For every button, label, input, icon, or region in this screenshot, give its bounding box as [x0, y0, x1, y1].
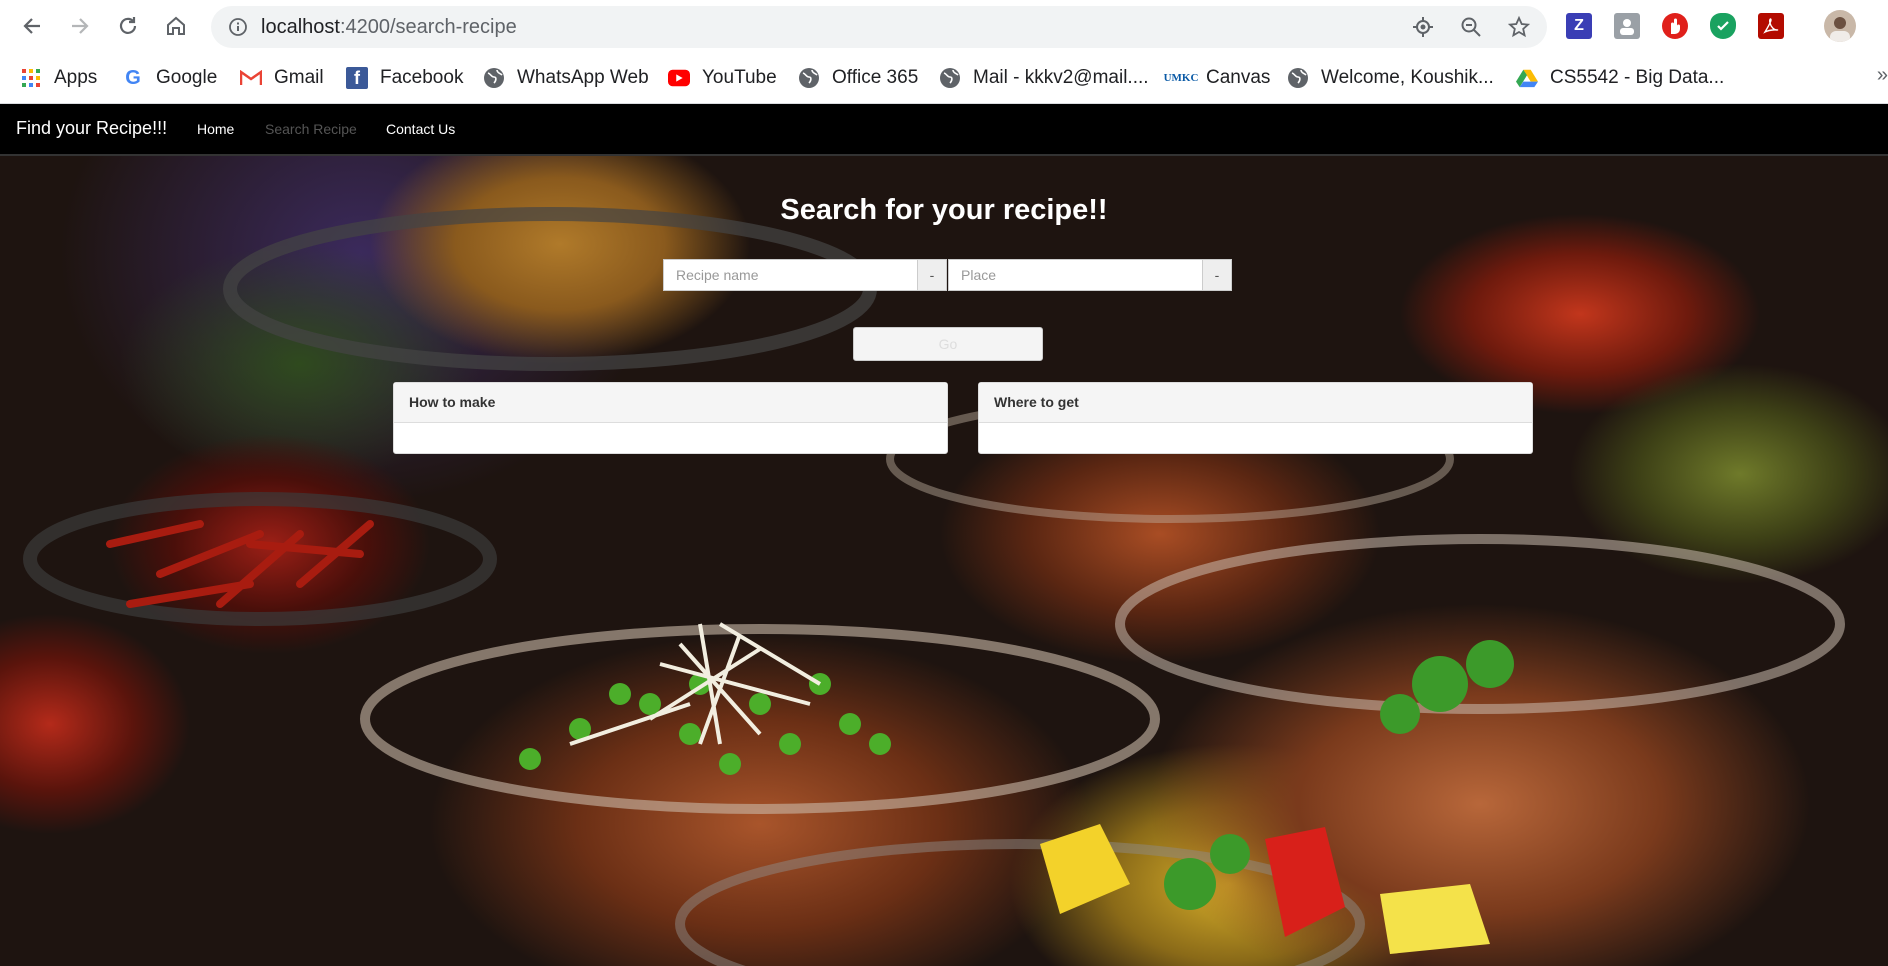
apps-grid-icon	[20, 67, 42, 89]
page-content: Find your Recipe!!! Home Search Recipe C…	[0, 104, 1888, 966]
gmail-icon	[240, 67, 262, 89]
bookmark-label: Gmail	[274, 67, 324, 88]
bookmark-cs5542[interactable]: CS5542 - Big Data...	[1516, 64, 1724, 92]
nav-link-search-recipe[interactable]: Search Recipe	[265, 121, 357, 137]
bookmark-youtube[interactable]: YouTube	[668, 64, 777, 92]
bookmark-label: Facebook	[380, 67, 464, 88]
bookmark-whatsapp[interactable]: WhatsApp Web	[483, 64, 649, 92]
bookmark-office365[interactable]: Office 365	[798, 64, 918, 92]
bookmark-label: WhatsApp Web	[517, 67, 649, 88]
reload-button[interactable]	[113, 11, 143, 41]
bookmark-facebook[interactable]: f Facebook	[346, 64, 463, 92]
umkc-icon: UMKC	[1163, 72, 1199, 84]
youtube-icon	[668, 67, 690, 89]
bookmark-label: CS5542 - Big Data...	[1550, 67, 1725, 88]
location-icon[interactable]	[1412, 16, 1434, 38]
bookmark-label: Apps	[54, 67, 98, 88]
bookmark-label: Google	[156, 67, 218, 88]
bookmark-canvas[interactable]: UMKC Canvas	[1163, 64, 1271, 92]
adblock-extension-icon[interactable]	[1662, 13, 1688, 39]
panel-heading: Where to get	[979, 383, 1532, 423]
place-input[interactable]: Place	[948, 259, 1203, 291]
reload-icon	[119, 17, 137, 34]
bookmark-label: YouTube	[702, 67, 777, 88]
nav-link-contact-us[interactable]: Contact Us	[386, 121, 455, 137]
back-arrow-icon	[23, 18, 40, 34]
bookmark-label: Welcome, Koushik...	[1321, 67, 1494, 88]
address-bar[interactable]: localhost:4200/search-recipe	[211, 6, 1547, 48]
recipe-name-input[interactable]: Recipe name	[663, 259, 918, 291]
bookmarks-overflow-button[interactable]: »	[1877, 64, 1888, 87]
url-host: localhost	[261, 16, 340, 38]
home-icon	[167, 16, 185, 35]
shield-extension-icon[interactable]	[1710, 13, 1736, 39]
site-navbar: Find your Recipe!!! Home Search Recipe C…	[0, 104, 1888, 156]
forward-button[interactable]	[65, 11, 95, 41]
how-to-make-panel: How to make	[393, 382, 948, 454]
browser-toolbar: localhost:4200/search-recipe Z	[0, 0, 1888, 54]
go-button[interactable]: Go	[853, 327, 1043, 361]
bookmark-label: Mail - kkkv2@mail....	[973, 67, 1149, 88]
bookmark-label: Office 365	[832, 67, 919, 88]
home-button[interactable]	[161, 11, 191, 41]
nav-link-home[interactable]: Home	[197, 121, 234, 137]
bookmark-mail[interactable]: Mail - kkkv2@mail....	[939, 64, 1149, 92]
where-to-get-panel: Where to get	[978, 382, 1533, 454]
bookmark-label: Canvas	[1206, 67, 1271, 88]
zoom-icon[interactable]	[1460, 16, 1482, 38]
url-path: :4200/search-recipe	[339, 16, 517, 38]
globe-icon	[798, 67, 820, 89]
url-text: localhost:4200/search-recipe	[261, 16, 517, 39]
profile-extension-icon[interactable]	[1614, 13, 1640, 39]
globe-icon	[939, 67, 961, 89]
navbar-brand[interactable]: Find your Recipe!!!	[16, 118, 167, 139]
bookmark-google[interactable]: G Google	[122, 64, 217, 92]
google-icon: G	[125, 66, 141, 89]
forward-arrow-icon	[72, 18, 89, 34]
page-title: Search for your recipe!!	[780, 194, 1108, 226]
recipe-name-addon: -	[917, 259, 947, 291]
food-background-image	[0, 104, 1888, 966]
bookmark-apps[interactable]: Apps	[20, 64, 97, 92]
bookmark-welcome[interactable]: Welcome, Koushik...	[1287, 64, 1494, 92]
bookmark-gmail[interactable]: Gmail	[240, 64, 324, 92]
zotero-extension-icon[interactable]: Z	[1566, 13, 1592, 39]
back-button[interactable]	[17, 11, 47, 41]
bookmarks-bar: Apps G Google Gmail f Facebook WhatsApp …	[0, 54, 1888, 104]
globe-icon	[1287, 67, 1309, 89]
panel-heading: How to make	[394, 383, 947, 423]
pdf-extension-icon[interactable]	[1758, 13, 1784, 39]
google-drive-icon	[1516, 67, 1538, 89]
profile-avatar[interactable]	[1824, 10, 1856, 42]
place-addon: -	[1202, 259, 1232, 291]
site-info-icon[interactable]	[228, 17, 248, 42]
facebook-icon: f	[346, 67, 368, 89]
bookmark-star-icon[interactable]	[1507, 15, 1531, 38]
globe-icon	[483, 67, 505, 89]
